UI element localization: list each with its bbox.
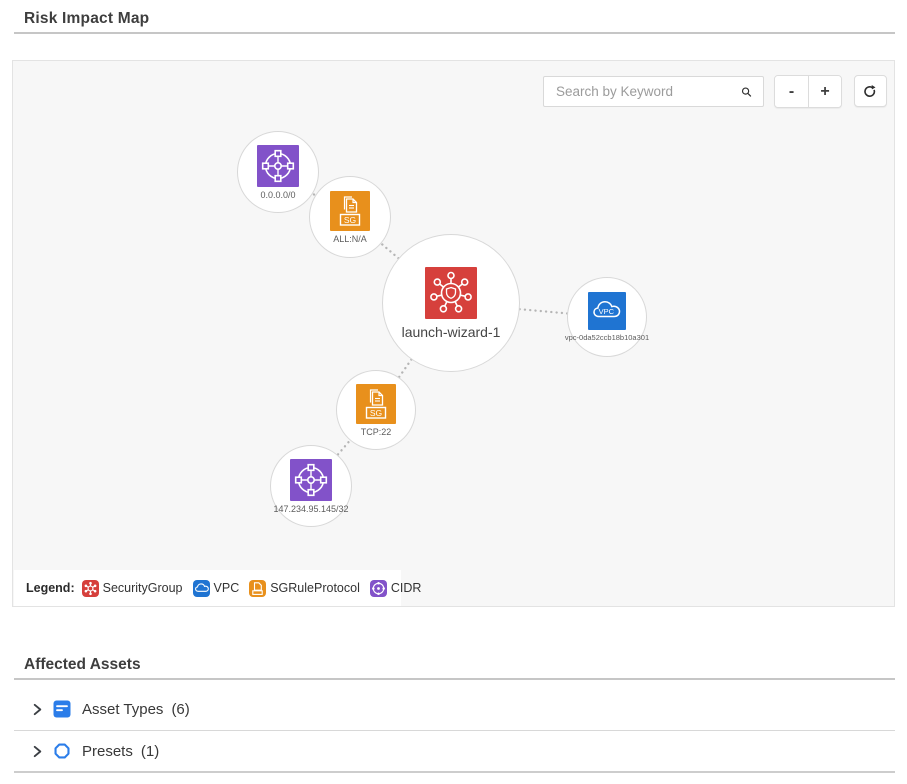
- node-sgrule-all-na[interactable]: ALL:N/A: [309, 176, 391, 258]
- node-security-group-launch-wizard-1[interactable]: launch-wizard-1: [382, 234, 520, 372]
- asset-row-asset-types[interactable]: Asset Types (6): [14, 688, 895, 730]
- legend-item-label: SGRuleProtocol: [270, 581, 360, 595]
- search-input[interactable]: [544, 84, 741, 99]
- asset-row-label: Asset Types: [82, 701, 163, 718]
- node-label: ALL:N/A: [333, 234, 367, 244]
- legend-item-label: CIDR: [391, 581, 422, 595]
- chevron-right-icon[interactable]: [30, 744, 45, 759]
- node-label: TCP:22: [361, 427, 392, 437]
- security-group-icon: [425, 267, 477, 319]
- bottom-divider: [14, 771, 895, 773]
- vpc-icon: [588, 292, 626, 330]
- asset-types-icon: [53, 700, 71, 718]
- node-cidr-147-234-95-145[interactable]: 147.234.95.145/32: [270, 445, 352, 527]
- node-label: 0.0.0.0/0: [260, 190, 295, 200]
- node-label: 147.234.95.145/32: [273, 504, 348, 514]
- legend: Legend: SecurityGroup VPC SGRuleProtocol…: [14, 570, 401, 606]
- node-label: vpc-0da52ccb18b10a301: [565, 333, 649, 342]
- legend-item-label: SecurityGroup: [103, 581, 183, 595]
- header-divider: [14, 32, 895, 34]
- sg-rule-mini-icon: [249, 580, 266, 597]
- node-vpc[interactable]: vpc-0da52ccb18b10a301: [567, 277, 647, 357]
- refresh-button[interactable]: [854, 75, 887, 107]
- risk-map-panel[interactable]: 0.0.0.0/0 ALL:N/A launch-wizard-1 vpc-0d…: [12, 60, 895, 607]
- search-icon[interactable]: [741, 83, 752, 101]
- node-sgrule-tcp-22[interactable]: TCP:22: [336, 370, 416, 450]
- presets-icon: [53, 742, 71, 760]
- legend-label: Legend:: [26, 581, 75, 595]
- legend-item-cidr: CIDR: [370, 580, 422, 597]
- cidr-mini-icon: [370, 580, 387, 597]
- search-box: [543, 76, 764, 107]
- risk-impact-map-page: Risk Impact Map 0.0.0.0/0 ALL:N/A launch…: [0, 0, 907, 784]
- security-group-mini-icon: [82, 580, 99, 597]
- legend-item-label: VPC: [214, 581, 240, 595]
- chevron-right-icon[interactable]: [30, 702, 45, 717]
- zoom-in-button[interactable]: +: [808, 76, 841, 107]
- asset-row-presets[interactable]: Presets (1): [14, 731, 895, 771]
- sg-rule-icon: [330, 191, 370, 231]
- asset-row-count: (6): [171, 701, 189, 718]
- zoom-controls: - +: [774, 75, 842, 108]
- affected-assets-divider: [14, 678, 895, 680]
- cidr-icon: [290, 459, 332, 501]
- zoom-out-button[interactable]: -: [775, 76, 808, 107]
- sg-rule-icon: [356, 384, 396, 424]
- legend-item-security-group: SecurityGroup: [82, 580, 183, 597]
- node-label: launch-wizard-1: [402, 324, 501, 340]
- refresh-icon: [862, 83, 879, 100]
- asset-row-label: Presets: [82, 743, 133, 760]
- page-title: Risk Impact Map: [24, 10, 149, 28]
- affected-assets-title: Affected Assets: [24, 656, 141, 674]
- asset-row-count: (1): [141, 743, 159, 760]
- node-cidr-0-0-0-0[interactable]: 0.0.0.0/0: [237, 131, 319, 213]
- vpc-mini-icon: [193, 580, 210, 597]
- legend-item-vpc: VPC: [193, 580, 240, 597]
- legend-item-sg-rule-protocol: SGRuleProtocol: [249, 580, 360, 597]
- cidr-icon: [257, 145, 299, 187]
